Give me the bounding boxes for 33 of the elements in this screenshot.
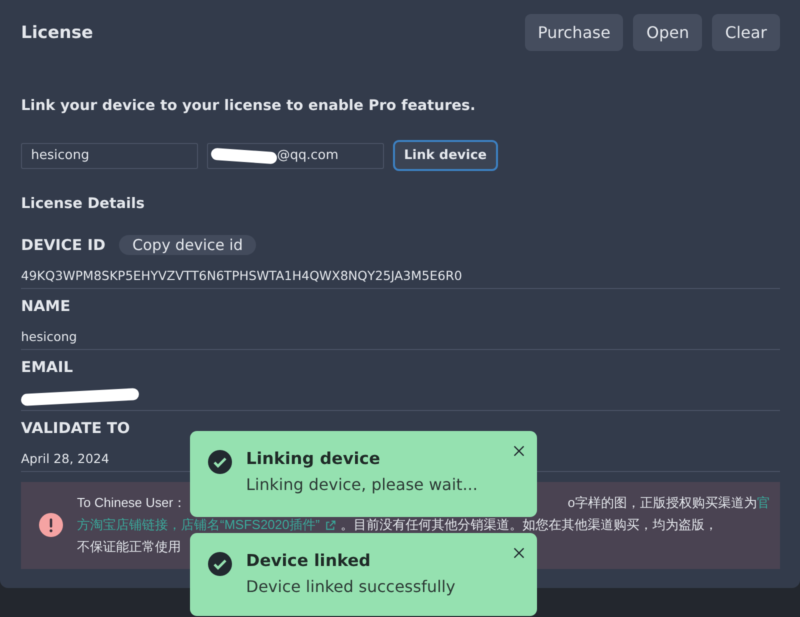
page-title: License	[21, 22, 94, 42]
toast-title: Device linked	[246, 551, 372, 570]
field-label: EMAIL	[21, 358, 73, 376]
toast-message: Linking device, please wait...	[246, 475, 479, 494]
toast-title: Linking device	[246, 449, 382, 468]
field-value: April 28, 2024	[21, 450, 110, 466]
close-button[interactable]	[511, 443, 527, 459]
check-icon	[208, 450, 232, 474]
header-button[interactable]: Clear	[712, 14, 780, 51]
link-device-button[interactable]: Link device	[393, 140, 498, 171]
alert-text: o字样的图，正版授权购买渠道为	[568, 494, 757, 512]
field-label: NAME	[21, 297, 70, 315]
close-icon	[511, 443, 527, 459]
field-value: hesicong	[21, 328, 77, 344]
section-title: License Details	[21, 196, 146, 212]
header-button[interactable]: Open	[633, 14, 702, 51]
field-label: VALIDATE TO	[21, 419, 130, 437]
field-label: DEVICE ID	[21, 236, 106, 254]
prompt-text: Link your device to your license to enable Pro features.	[21, 98, 477, 114]
external-link-icon	[324, 518, 337, 532]
close-icon	[511, 545, 527, 561]
alert-text: 。目前没有任何其他分销渠道。如您在其他渠道购买，均为盗版，	[340, 516, 718, 534]
header-button[interactable]: Purchase	[524, 14, 624, 51]
name-field[interactable]: hesicong	[21, 142, 198, 168]
check-icon	[208, 552, 232, 576]
alert-text: 不保证能正常使用	[77, 538, 181, 556]
close-button[interactable]	[511, 545, 527, 561]
email-field[interactable]: @qq.com	[207, 142, 384, 168]
toast-message: Device linked successfully	[246, 577, 456, 596]
alert-text: To Chinese User：	[77, 494, 186, 512]
warning-icon	[39, 513, 63, 537]
copy-button[interactable]: Copy device id	[119, 235, 256, 255]
field-value: 49KQ3WPM8SKP5EHYVZVTT6N6TPHSWTA1H4QWX8NQY25JA3M5E6R0	[21, 268, 462, 282]
